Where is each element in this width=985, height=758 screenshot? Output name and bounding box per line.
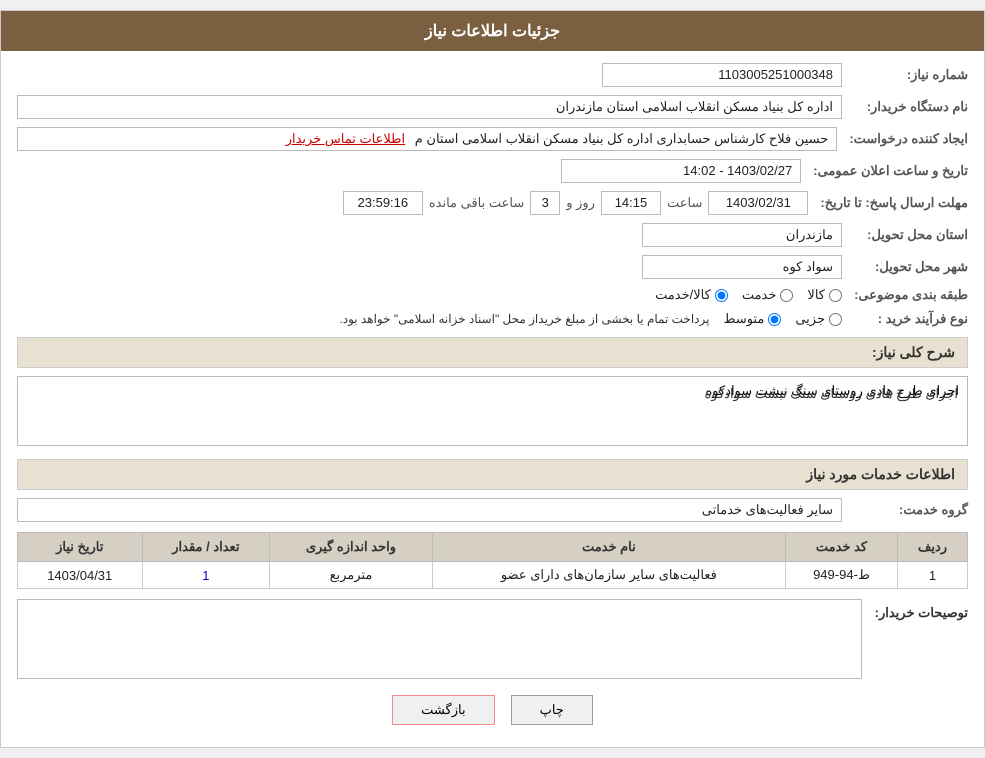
action-buttons: چاپ بازگشت <box>17 695 968 725</box>
buyer-desc-label: توصیحات خریدار: <box>868 599 968 621</box>
process-type-label: نوع فرآیند خرید : <box>848 311 968 327</box>
announce-date-value: 1403/02/27 - 14:02 <box>561 159 801 183</box>
province-label: استان محل تحویل: <box>848 227 968 243</box>
process-type-jozi[interactable]: جزیی <box>795 311 842 327</box>
table-cell: 1403/04/31 <box>18 562 143 589</box>
city-label: شهر محل تحویل: <box>848 259 968 275</box>
reply-date-value: 1403/02/31 <box>708 191 808 215</box>
services-table-section: ردیف کد خدمت نام خدمت واحد اندازه گیری ت… <box>17 532 968 589</box>
table-cell: 1 <box>142 562 270 589</box>
contact-info-link[interactable]: اطلاعات تماس خریدار <box>286 131 405 146</box>
table-cell: فعالیت‌های سایر سازمان‌های دارای عضو <box>432 562 785 589</box>
category-option-kala[interactable]: کالا <box>807 287 842 303</box>
buyer-desc-section: توصیحات خریدار: <box>17 599 968 679</box>
category-option-khedmat[interactable]: خدمت <box>742 287 794 303</box>
col-code: کد خدمت <box>786 533 898 562</box>
category-label: طبقه بندی موضوعی: <box>848 287 968 303</box>
reply-days-label: روز و <box>566 195 595 211</box>
category-option-kala-khedmat[interactable]: کالا/خدمت <box>655 287 728 303</box>
province-value: مازندران <box>642 223 842 247</box>
city-value: سواد کوه <box>642 255 842 279</box>
reply-deadline-label: مهلت ارسال پاسخ: تا تاریخ: <box>814 195 968 211</box>
request-creator-label: ایجاد کننده درخواست: <box>843 131 968 147</box>
services-section-title: اطلاعات خدمات مورد نیاز <box>17 459 968 490</box>
need-number-value: 1103005251000348 <box>602 63 842 87</box>
col-unit: واحد اندازه گیری <box>270 533 433 562</box>
col-row: ردیف <box>898 533 968 562</box>
process-type-radio-group: جزیی متوسط پرداخت تمام یا بخشی از مبلغ خ… <box>339 311 842 327</box>
process-type-motavaset[interactable]: متوسط <box>723 311 781 327</box>
col-name: نام خدمت <box>432 533 785 562</box>
table-row: 1ط-94-949فعالیت‌های سایر سازمان‌های دارا… <box>18 562 968 589</box>
service-group-value: سایر فعالیت‌های خدماتی <box>17 498 842 522</box>
table-cell: 1 <box>898 562 968 589</box>
page-header: جزئیات اطلاعات نیاز <box>1 11 984 51</box>
buyer-org-label: نام دستگاه خریدار: <box>848 99 968 115</box>
reply-time-value: 14:15 <box>601 191 661 215</box>
table-cell: ط-94-949 <box>786 562 898 589</box>
back-button[interactable]: بازگشت <box>392 695 494 725</box>
print-button[interactable]: چاپ <box>511 695 593 725</box>
reply-time-label: ساعت <box>667 195 702 211</box>
need-number-label: شماره نیاز: <box>848 67 968 83</box>
col-quantity: تعداد / مقدار <box>142 533 270 562</box>
buyer-org-value: اداره کل بنیاد مسکن انقلاب اسلامی استان … <box>17 95 842 119</box>
service-group-label: گروه خدمت: <box>848 502 968 518</box>
col-date: تاریخ نیاز <box>18 533 143 562</box>
buyer-desc-textarea[interactable] <box>17 599 862 679</box>
remaining-time-value: 23:59:16 <box>343 191 423 215</box>
reply-days-value: 3 <box>530 191 560 215</box>
need-description-textarea[interactable] <box>17 376 968 446</box>
category-radio-group: کالا خدمت کالا/خدمت <box>655 287 842 303</box>
table-cell: مترمربع <box>270 562 433 589</box>
request-creator-value: حسین فلاح کارشناس حسابداری اداره کل بنیا… <box>17 127 837 151</box>
need-desc-section-title: شرح کلی نیاز: <box>17 337 968 368</box>
process-type-note: پرداخت تمام یا بخشی از مبلغ خریداز محل "… <box>339 312 709 326</box>
page-title: جزئیات اطلاعات نیاز <box>425 23 560 40</box>
services-table: ردیف کد خدمت نام خدمت واحد اندازه گیری ت… <box>17 532 968 589</box>
announce-date-label: تاریخ و ساعت اعلان عمومی: <box>807 163 968 179</box>
remaining-time-label: ساعت باقی مانده <box>429 195 524 211</box>
